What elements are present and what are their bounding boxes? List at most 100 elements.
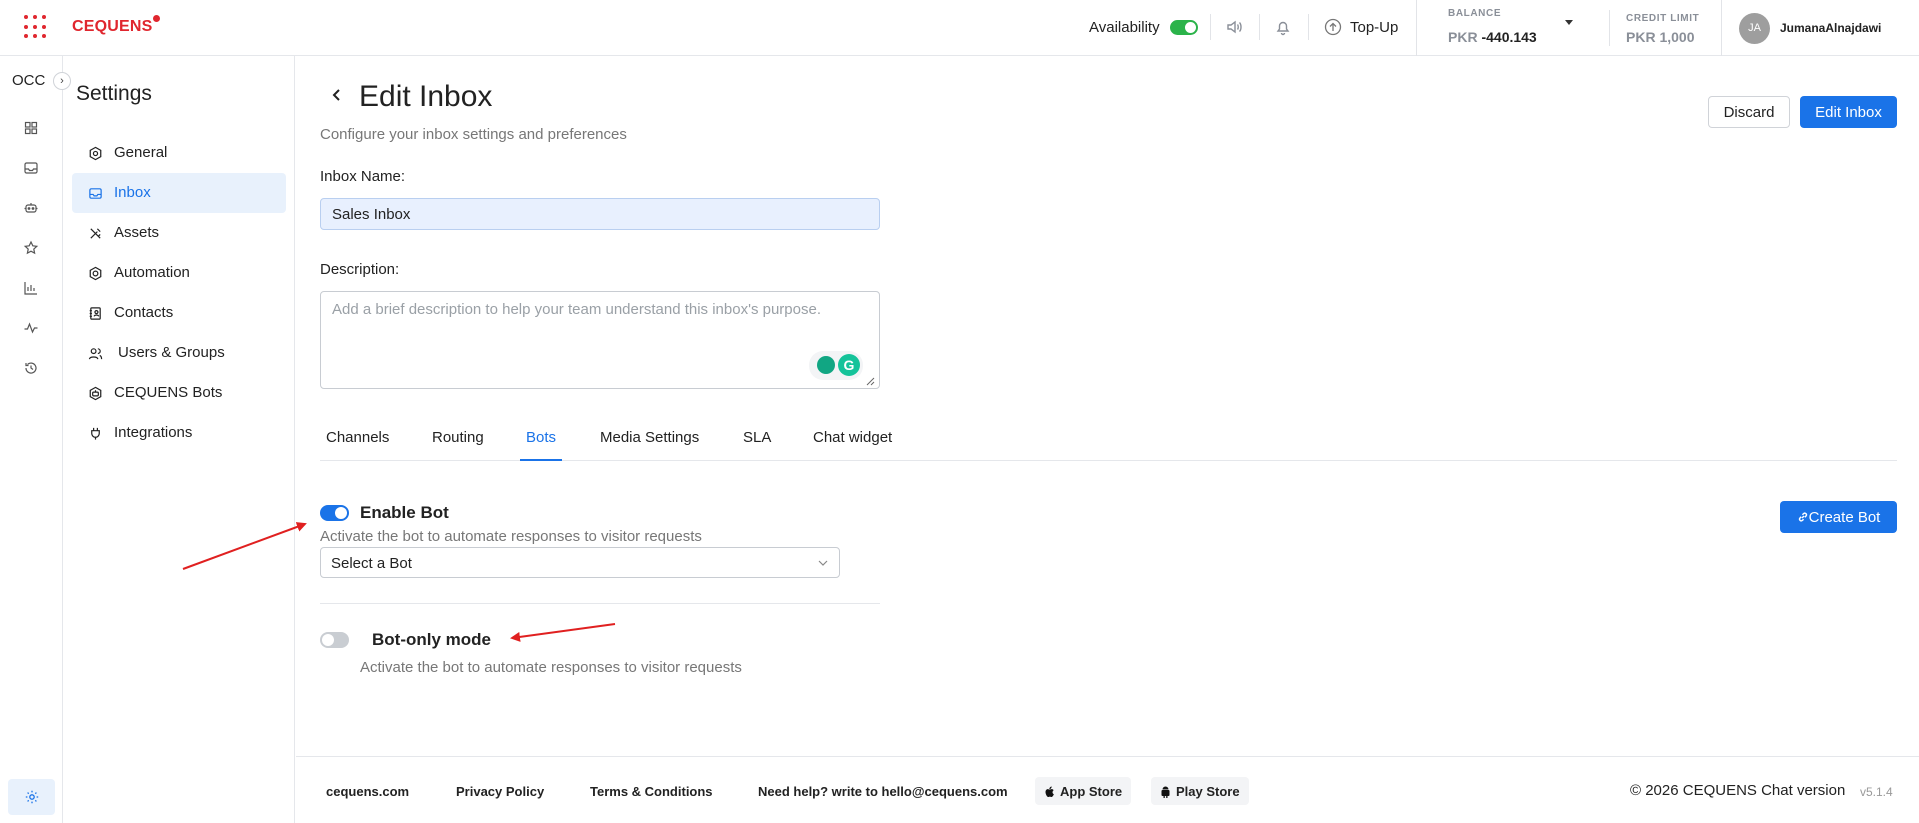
settings-sidebar: Settings General Inbox Assets Automation…	[63, 56, 295, 823]
sidebar-item-label: Inbox	[114, 184, 151, 201]
footer-privacy-link[interactable]: Privacy Policy	[456, 784, 544, 799]
create-bot-label: Create Bot	[1808, 508, 1881, 526]
grammarly-widget[interactable]: G	[809, 351, 863, 380]
divider	[1259, 14, 1260, 40]
bot-icon	[89, 386, 102, 401]
sidebar-item-label: Integrations	[114, 424, 193, 441]
enable-bot-toggle[interactable]	[320, 505, 349, 521]
footer-terms-link[interactable]: Terms & Conditions	[590, 784, 713, 799]
balance-currency: PKR	[1448, 29, 1478, 45]
apps-grid-icon[interactable]	[24, 15, 48, 39]
tab-sla[interactable]: SLA	[743, 429, 771, 461]
users-icon	[88, 348, 103, 360]
sidebar-item-label: CEQUENS Bots	[114, 384, 223, 401]
gear-icon	[89, 146, 102, 161]
topup-button[interactable]: Top-Up	[1350, 19, 1398, 36]
inbox-name-input[interactable]	[320, 198, 880, 230]
lightbulb-icon[interactable]	[817, 356, 835, 374]
play-store-link[interactable]: Play Store	[1151, 777, 1249, 805]
create-bot-button[interactable]: Create Bot	[1780, 501, 1897, 533]
discard-button[interactable]: Discard	[1708, 96, 1790, 128]
bell-icon[interactable]	[1273, 17, 1293, 37]
tab-chat-widget[interactable]: Chat widget	[813, 429, 892, 461]
divider	[1416, 0, 1417, 56]
annotation-arrow	[510, 623, 616, 642]
sidebar-item-label: Automation	[114, 264, 190, 281]
sidebar-item-inbox[interactable]: Inbox	[72, 173, 286, 213]
tab-bots[interactable]: Bots	[520, 429, 562, 461]
credit-value: PKR 1,000	[1626, 29, 1695, 45]
grammarly-icon[interactable]: G	[838, 354, 860, 376]
android-icon	[1161, 786, 1170, 798]
tab-routing[interactable]: Routing	[432, 429, 484, 461]
app-store-link[interactable]: App Store	[1035, 777, 1132, 805]
back-chevron-icon[interactable]	[330, 88, 344, 102]
link-icon	[1798, 511, 1807, 522]
sidebar-title: Settings	[76, 82, 152, 105]
bar-chart-icon[interactable]	[23, 280, 39, 296]
activity-icon[interactable]	[23, 320, 39, 336]
avatar[interactable]: JA	[1739, 13, 1770, 44]
divider	[1210, 14, 1211, 40]
sidebar-item-general[interactable]: General	[72, 133, 286, 173]
copyright: © 2026 CEQUENS Chat version	[1630, 782, 1846, 799]
edit-inbox-button[interactable]: Edit Inbox	[1800, 96, 1897, 128]
description-label: Description:	[320, 261, 400, 278]
tools-icon	[90, 228, 101, 239]
tab-channels[interactable]: Channels	[326, 429, 389, 461]
username[interactable]: JumanaAlnajdawi	[1780, 21, 1881, 35]
footer-help-link[interactable]: Need help? write to hello@cequens.com	[758, 784, 1008, 799]
rail-title: OCC	[12, 72, 46, 89]
sidebar-item-contacts[interactable]: Contacts	[72, 293, 286, 333]
sidebar-item-integrations[interactable]: Integrations	[72, 413, 286, 453]
divider	[1721, 0, 1722, 56]
page-subtitle: Configure your inbox settings and prefer…	[320, 126, 627, 143]
sidebar-item-label: Assets	[114, 224, 160, 241]
bot-only-description: Activate the bot to automate responses t…	[360, 659, 742, 676]
play-store-label: Play Store	[1176, 784, 1240, 799]
sidebar-item-cequens-bots[interactable]: CEQUENS Bots	[72, 373, 286, 413]
sidebar-item-label: General	[114, 144, 168, 161]
sidebar-item-users-groups[interactable]: Users & Groups	[72, 333, 286, 373]
balance-amount: -440.143	[1481, 29, 1537, 45]
settings-rail-button[interactable]	[8, 779, 55, 815]
bot-select-value: Select a Bot	[331, 555, 412, 572]
plug-icon	[91, 427, 100, 440]
page-title: Edit Inbox	[359, 80, 493, 113]
inbox-icon	[89, 188, 102, 199]
speaker-icon[interactable]	[1224, 17, 1244, 37]
settings-icon	[25, 790, 39, 804]
contacts-book-icon	[89, 307, 101, 320]
sidebar-item-assets[interactable]: Assets	[72, 213, 286, 253]
dashboard-icon[interactable]	[23, 120, 39, 136]
sidebar-item-automation[interactable]: Automation	[72, 253, 286, 293]
footer: cequens.com Privacy Policy Terms & Condi…	[296, 756, 1919, 823]
bot-only-toggle[interactable]	[320, 632, 349, 648]
arrow-up-circle-icon[interactable]	[1324, 18, 1342, 36]
availability-toggle[interactable]	[1170, 20, 1198, 35]
apple-icon	[1045, 786, 1054, 797]
icon-rail: OCC ›	[0, 56, 71, 823]
inbox-name-label: Inbox Name:	[320, 168, 406, 185]
star-icon[interactable]	[23, 240, 39, 256]
brand-logo: CEQUENS	[72, 15, 160, 36]
enable-bot-label: Enable Bot	[360, 503, 449, 522]
sidebar-item-label: Users & Groups	[118, 344, 225, 361]
inbox-icon[interactable]	[23, 160, 39, 176]
balance-caption: BALANCE	[1448, 8, 1502, 19]
inbox-tabs: Channels Routing Bots Media Settings SLA…	[320, 424, 1897, 461]
divider	[320, 603, 880, 604]
app-store-label: App Store	[1060, 784, 1123, 799]
balance-dropdown-icon[interactable]	[1565, 20, 1573, 25]
chevron-down-icon	[818, 560, 828, 566]
sidebar-item-label: Contacts	[114, 304, 174, 321]
hexagon-gear-icon	[89, 266, 102, 281]
bot-select[interactable]: Select a Bot	[320, 547, 840, 578]
footer-site-link[interactable]: cequens.com	[326, 784, 409, 799]
resize-grip-icon[interactable]	[866, 377, 875, 386]
history-icon[interactable]	[23, 360, 39, 376]
description-textarea[interactable]	[320, 291, 880, 389]
tab-media-settings[interactable]: Media Settings	[600, 429, 699, 461]
top-bar: CEQUENS Availability Top-Up BALANCE PKR …	[0, 0, 1919, 56]
bot-icon[interactable]	[23, 200, 39, 216]
